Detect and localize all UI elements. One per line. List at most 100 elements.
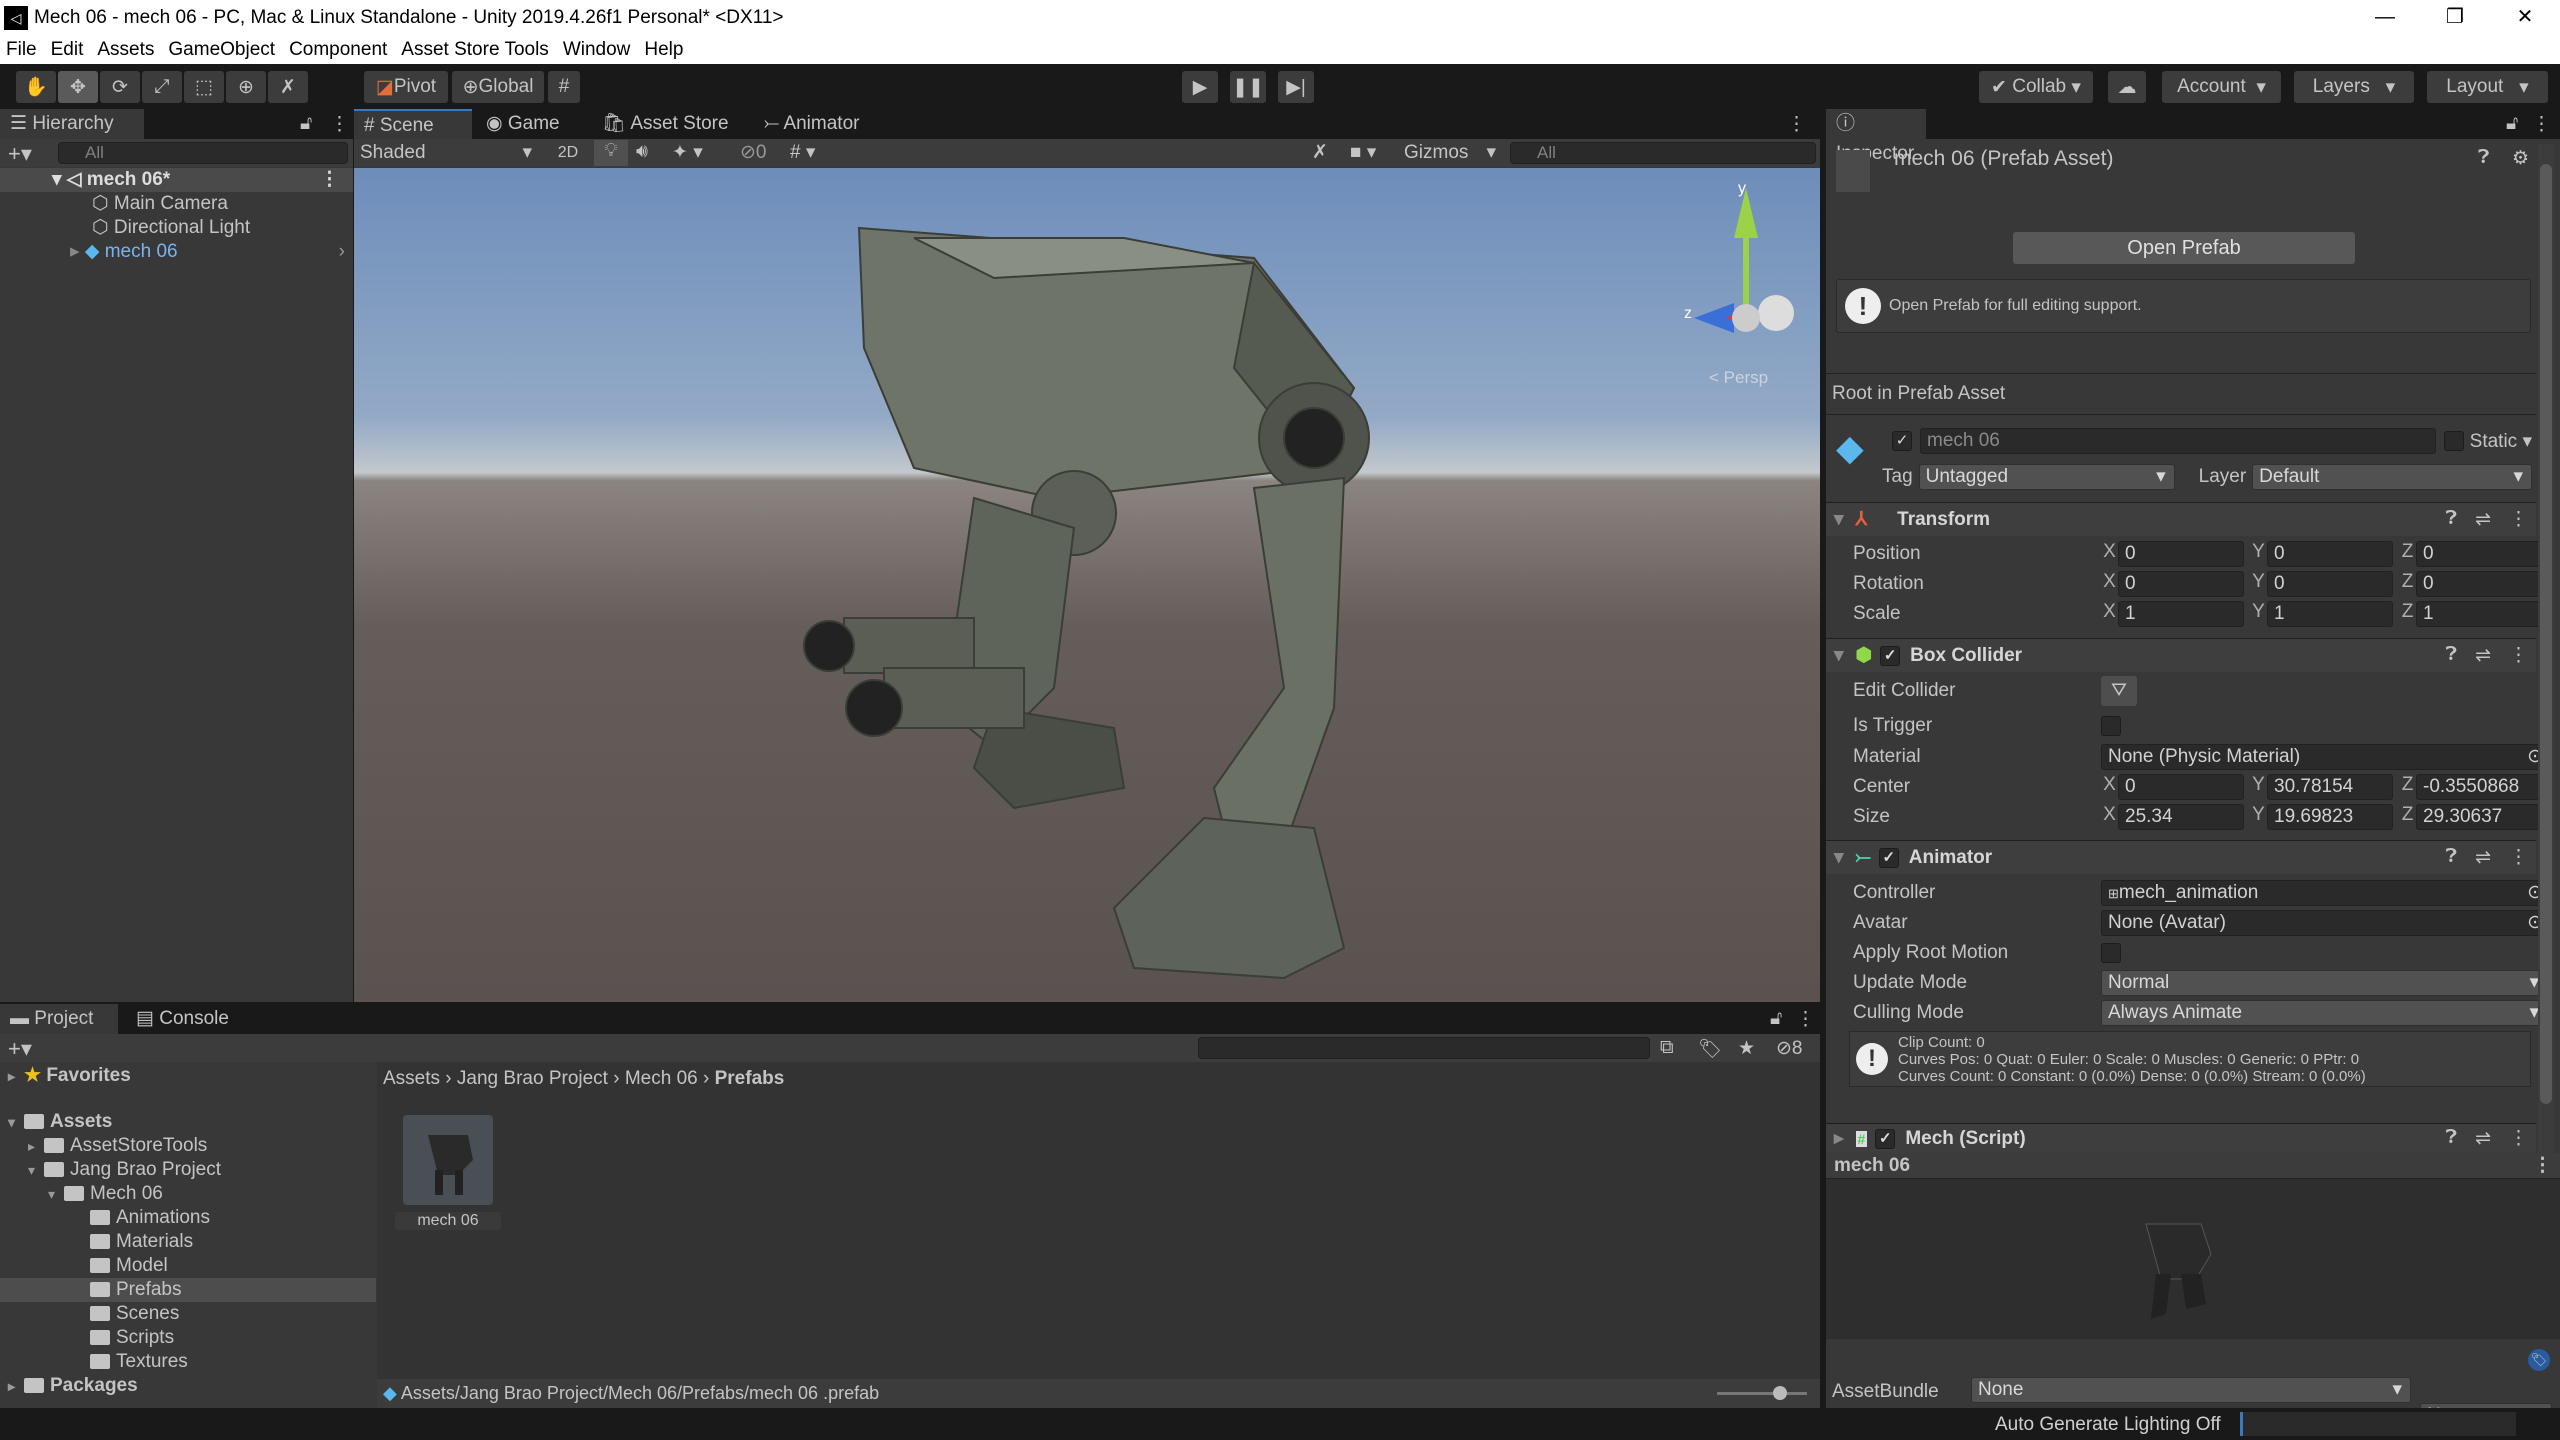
more-icon[interactable]: ⋮: [2532, 113, 2551, 136]
move-tool-icon[interactable]: ✥: [58, 71, 98, 103]
scene-row[interactable]: ▾ ◁ mech 06* ⋮: [0, 168, 353, 192]
scale-y-input[interactable]: 1: [2267, 601, 2393, 627]
size-z-input[interactable]: 29.30637: [2416, 804, 2542, 830]
hierarchy-item[interactable]: ⬡ Main Camera: [0, 192, 353, 216]
settings-gear-icon[interactable]: ⚙: [2512, 147, 2529, 170]
minimize-button[interactable]: —: [2350, 0, 2420, 36]
breadcrumb-item[interactable]: Jang Brao Project: [457, 1068, 608, 1089]
collapse-arrow-icon[interactable]: ▾: [1834, 644, 1844, 667]
scene-viewport[interactable]: y z < Persp: [354, 168, 1820, 1002]
filter-type-icon[interactable]: ⧉: [1660, 1037, 1674, 1059]
tree-item[interactable]: Scenes: [0, 1302, 376, 1326]
tab-asset-store[interactable]: 🛍︎ Asset Store: [592, 109, 739, 139]
tree-item[interactable]: Scripts: [0, 1326, 376, 1350]
center-z-input[interactable]: -0.3550868: [2416, 774, 2542, 800]
tab-inspector[interactable]: ⓘ Inspector: [1826, 109, 1926, 164]
menu-edit[interactable]: Edit: [51, 39, 84, 61]
custom-tool-icon[interactable]: ✗: [268, 71, 308, 103]
menu-gameobject[interactable]: GameObject: [168, 39, 275, 61]
play-button[interactable]: ▶: [1182, 71, 1218, 103]
position-y-input[interactable]: 0: [2267, 541, 2393, 567]
scale-x-input[interactable]: 1: [2118, 601, 2244, 627]
inspector-scrollbar[interactable]: [2538, 144, 2554, 1154]
more-icon[interactable]: ⋮: [1787, 113, 1806, 136]
lock-icon[interactable]: 🔓︎: [2506, 113, 2518, 135]
culling-mode-dropdown[interactable]: Always Animate: [2101, 1000, 2548, 1026]
edit-collider-button[interactable]: ⛛: [2101, 676, 2137, 706]
rotate-tool-icon[interactable]: ⟳: [100, 71, 140, 103]
preset-icon[interactable]: ⇌: [2475, 644, 2491, 667]
collapse-arrow-icon[interactable]: ▾: [1834, 846, 1844, 869]
help-icon[interactable]: ❓︎: [2446, 508, 2457, 531]
tree-item[interactable]: ▾ Assets: [0, 1110, 376, 1134]
account-dropdown[interactable]: Account ▾: [2162, 71, 2281, 103]
update-mode-dropdown[interactable]: Normal: [2101, 970, 2548, 996]
asset-thumbnail[interactable]: [403, 1115, 493, 1205]
effects-dropdown-icon[interactable]: ✦ ▾: [672, 141, 703, 164]
rotation-y-input[interactable]: 0: [2267, 571, 2393, 597]
scale-tool-icon[interactable]: ⤢: [142, 71, 182, 103]
tag-dropdown[interactable]: Untagged: [1918, 464, 2175, 490]
project-search-input[interactable]: [1198, 1037, 1650, 1059]
tree-item[interactable]: ▸ Packages: [0, 1374, 376, 1398]
material-field[interactable]: None (Physic Material) ⊙: [2101, 744, 2548, 770]
open-prefab-button[interactable]: Open Prefab: [2013, 232, 2355, 264]
expand-arrow-icon[interactable]: ▸: [1834, 1127, 1844, 1150]
menu-help[interactable]: Help: [644, 39, 683, 61]
snap-grid-icon[interactable]: #: [548, 71, 580, 103]
tab-scene[interactable]: # Scene: [354, 109, 472, 139]
help-icon[interactable]: ❓︎: [2446, 1127, 2457, 1150]
center-x-input[interactable]: 0: [2118, 774, 2244, 800]
tree-item[interactable]: Animations: [0, 1206, 376, 1230]
menu-assets[interactable]: Assets: [97, 39, 154, 61]
rotation-x-input[interactable]: 0: [2118, 571, 2244, 597]
box-collider-header[interactable]: ▾ ⬢ ✓ Box Collider ❓︎ ⇌ ⋮: [1826, 638, 2536, 672]
tools-icon[interactable]: ✗: [1312, 141, 1328, 164]
more-icon[interactable]: ⋮: [2509, 644, 2528, 667]
hidden-objects-toggle[interactable]: ⊘0: [740, 141, 767, 164]
close-button[interactable]: ✕: [2490, 0, 2560, 36]
layers-dropdown[interactable]: Layers ▾: [2294, 71, 2414, 103]
collapse-arrow-icon[interactable]: ▾: [1834, 508, 1844, 531]
add-icon[interactable]: +▾: [8, 141, 32, 167]
tab-animator[interactable]: ⤚ Animator: [754, 109, 869, 139]
tree-item[interactable]: Model: [0, 1254, 376, 1278]
step-button[interactable]: ▶|: [1278, 71, 1314, 103]
lock-icon[interactable]: 🔓︎: [300, 113, 312, 135]
transform-tool-icon[interactable]: ⊕: [226, 71, 266, 103]
orientation-gizmo[interactable]: y z < Persp: [1684, 180, 1794, 387]
tree-item-selected[interactable]: Prefabs: [0, 1278, 376, 1302]
more-icon[interactable]: ⋮: [1796, 1008, 1815, 1031]
preset-icon[interactable]: ⇌: [2475, 508, 2491, 531]
more-icon[interactable]: ⋮: [2509, 508, 2528, 531]
tree-item[interactable]: Materials: [0, 1230, 376, 1254]
active-checkbox[interactable]: ✓: [1892, 431, 1912, 451]
rotation-z-input[interactable]: 0: [2416, 571, 2542, 597]
hierarchy-item[interactable]: ▸ ◆ mech 06 ›: [0, 240, 353, 264]
more-icon[interactable]: ⋮: [2533, 1153, 2552, 1179]
mech-script-header[interactable]: ▸ # ✓ Mech (Script) ❓︎ ⇌ ⋮: [1826, 1123, 2536, 1153]
preset-icon[interactable]: ⇌: [2475, 1127, 2491, 1150]
more-icon[interactable]: ⋮: [2509, 1127, 2528, 1150]
breadcrumb-item[interactable]: Assets: [383, 1068, 440, 1089]
hand-tool-icon[interactable]: ✋: [16, 71, 56, 103]
lighting-toggle-icon[interactable]: 💡︎: [594, 140, 628, 166]
rect-tool-icon[interactable]: ⬚: [184, 71, 224, 103]
position-z-input[interactable]: 0: [2416, 541, 2542, 567]
2d-toggle[interactable]: 2D: [550, 141, 586, 165]
enabled-checkbox[interactable]: ✓: [1880, 645, 1901, 666]
scene-menu-icon[interactable]: ⋮: [320, 168, 339, 192]
create-icon[interactable]: +▾: [8, 1036, 32, 1062]
center-y-input[interactable]: 30.78154: [2267, 774, 2393, 800]
cloud-icon[interactable]: ☁: [2108, 71, 2146, 103]
tree-item[interactable]: Textures: [0, 1350, 376, 1374]
scale-z-input[interactable]: 1: [2416, 601, 2542, 627]
object-name-input[interactable]: mech 06: [1920, 428, 2436, 454]
open-prefab-arrow-icon[interactable]: ›: [339, 240, 345, 264]
is-trigger-checkbox[interactable]: [2101, 716, 2121, 736]
tree-favorites[interactable]: ▸ ★ Favorites: [0, 1064, 376, 1088]
breadcrumb-item[interactable]: Prefabs: [715, 1068, 785, 1089]
static-dropdown[interactable]: Static ▾: [2470, 430, 2532, 453]
transform-header[interactable]: ▾ ⅄ Transform ❓︎ ⇌ ⋮: [1826, 502, 2536, 536]
scene-search-input[interactable]: All: [1510, 142, 1816, 164]
